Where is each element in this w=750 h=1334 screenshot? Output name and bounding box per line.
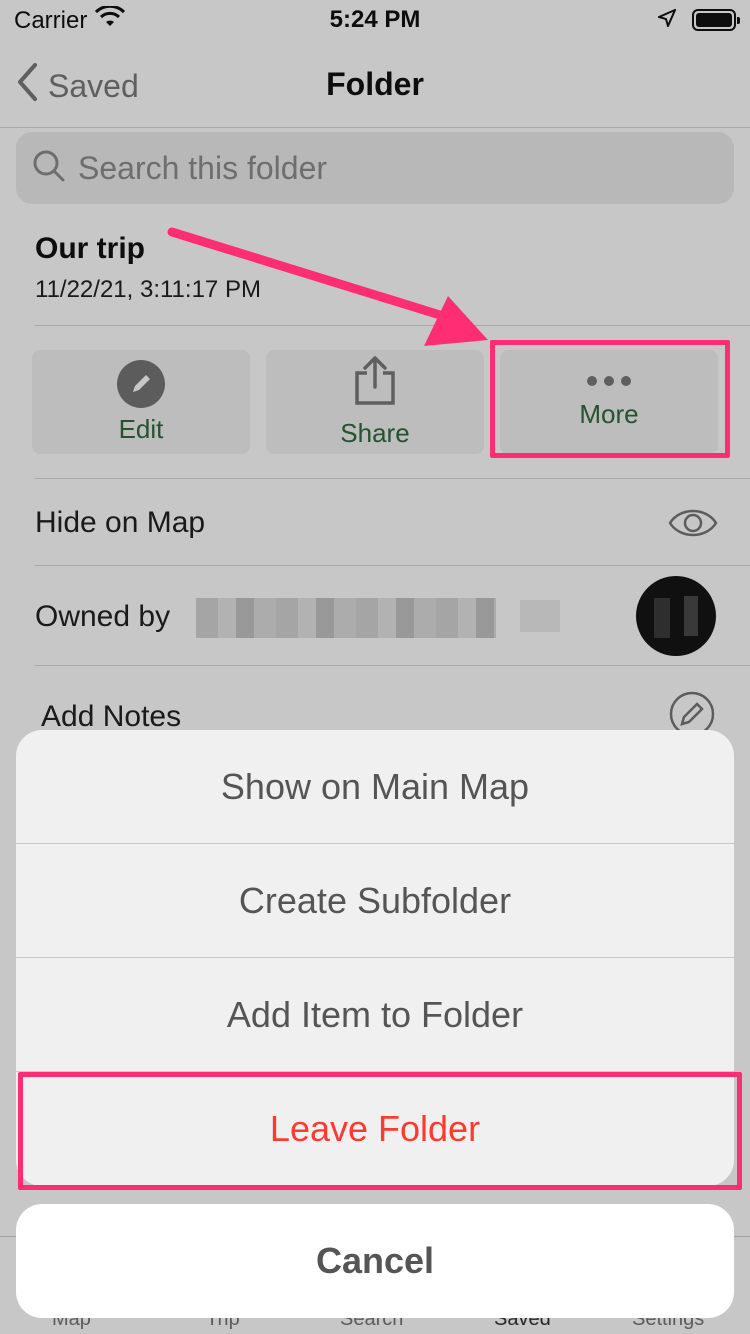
screen: Carrier 5:24 PM Saved Folder Search this… — [0, 0, 750, 1334]
annotation-arrow-icon — [167, 227, 488, 346]
